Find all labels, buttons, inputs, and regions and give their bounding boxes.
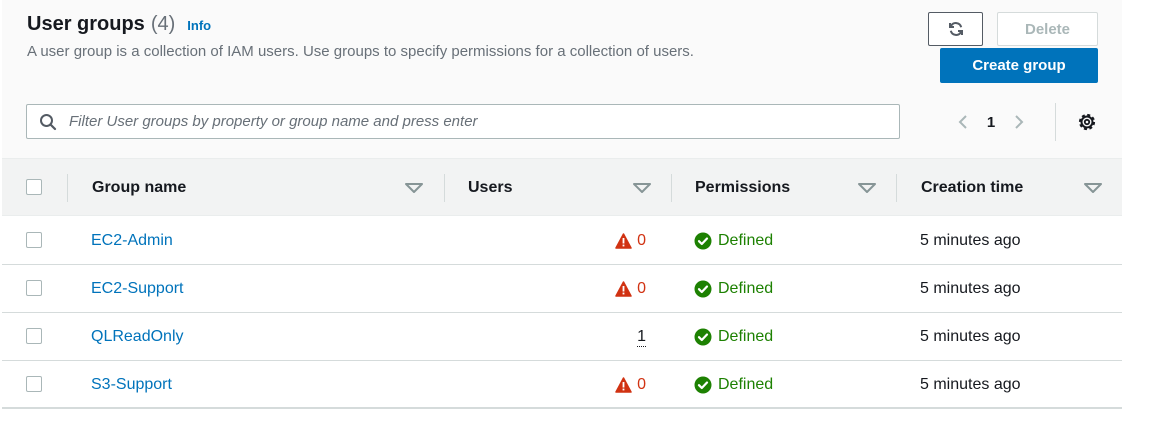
sort-icon[interactable] — [1084, 182, 1102, 194]
user-count: 0 — [637, 232, 646, 249]
user-groups-panel: User groups (4) Info A user group is a c… — [2, 0, 1122, 411]
row-checkbox[interactable] — [26, 280, 42, 296]
permissions-status: Defined — [718, 376, 774, 393]
group-name-link[interactable]: S3-Support — [91, 361, 172, 409]
users-cell: 1 — [606, 313, 646, 361]
info-link[interactable]: Info — [187, 18, 211, 33]
group-name-link[interactable]: EC2-Support — [91, 265, 184, 313]
column-separator — [67, 174, 68, 202]
check-circle-icon — [694, 280, 712, 298]
table-row: QLReadOnly 1 Defined 5 minutes ago — [2, 313, 1122, 361]
column-header-creation-time[interactable]: Creation time — [921, 159, 1023, 217]
creation-time: 5 minutes ago — [920, 376, 1021, 393]
permissions-status: Defined — [718, 232, 774, 249]
permissions-cell: Defined — [694, 313, 773, 361]
warning-icon — [615, 281, 632, 297]
permissions-status: Defined — [718, 280, 774, 297]
group-name-link[interactable]: QLReadOnly — [91, 313, 184, 361]
sort-icon[interactable] — [405, 182, 423, 194]
row-checkbox[interactable] — [26, 328, 42, 344]
permissions-cell: Defined — [694, 361, 773, 409]
group-name-link[interactable]: EC2-Admin — [91, 217, 173, 265]
refresh-button[interactable] — [928, 12, 983, 46]
sort-icon[interactable] — [858, 182, 876, 194]
column-header-users[interactable]: Users — [468, 159, 512, 217]
page-title: User groups — [27, 13, 145, 35]
row-checkbox[interactable] — [26, 232, 42, 248]
group-count: (4) — [150, 13, 176, 35]
previous-page-icon[interactable] — [950, 114, 976, 130]
page-description: A user group is a collection of IAM user… — [27, 43, 694, 60]
select-all-checkbox[interactable] — [26, 179, 42, 195]
warning-icon — [615, 233, 632, 249]
settings-gear-icon[interactable] — [1075, 110, 1099, 134]
table-row: S3-Support 0 Defined 5 minutes ago — [2, 361, 1122, 409]
creation-time: 5 minutes ago — [920, 280, 1021, 297]
table-row: EC2-Admin 0 Defined 5 minutes ago — [2, 217, 1122, 265]
users-cell: 0 — [606, 361, 646, 409]
pagination: 1 — [950, 106, 1032, 138]
users-cell: 0 — [606, 265, 646, 313]
check-circle-icon — [694, 328, 712, 346]
column-separator — [444, 174, 445, 202]
permissions-cell: Defined — [694, 217, 773, 265]
panel-header: User groups (4) Info A user group is a c… — [2, 0, 1122, 158]
column-header-permissions[interactable]: Permissions — [695, 159, 790, 217]
refresh-icon — [948, 22, 963, 36]
title-row: User groups (4) Info — [27, 13, 211, 36]
user-count[interactable]: 1 — [637, 328, 646, 347]
filter-input[interactable] — [69, 113, 889, 130]
column-separator — [671, 174, 672, 202]
filter-search[interactable] — [26, 104, 900, 139]
search-icon — [39, 112, 59, 132]
sort-icon[interactable] — [633, 182, 651, 194]
permissions-cell: Defined — [694, 265, 773, 313]
check-circle-icon — [694, 376, 712, 394]
column-header-group-name[interactable]: Group name — [92, 159, 186, 217]
creation-time: 5 minutes ago — [920, 232, 1021, 249]
table-header: Group name Users Permissions Creation ti… — [2, 158, 1122, 216]
column-separator — [896, 174, 897, 202]
permissions-status: Defined — [718, 328, 774, 345]
pager-divider — [1055, 103, 1056, 141]
user-count: 0 — [637, 280, 646, 297]
row-checkbox[interactable] — [26, 376, 42, 392]
next-page-icon[interactable] — [1006, 114, 1032, 130]
users-cell: 0 — [606, 217, 646, 265]
user-count: 0 — [637, 376, 646, 393]
delete-button[interactable]: Delete — [997, 12, 1098, 46]
create-group-button[interactable]: Create group — [940, 48, 1098, 83]
table-row: EC2-Support 0 Defined 5 minutes ago — [2, 265, 1122, 313]
check-circle-icon — [694, 232, 712, 250]
page-number[interactable]: 1 — [976, 114, 1006, 131]
creation-time: 5 minutes ago — [920, 328, 1021, 345]
warning-icon — [615, 377, 632, 393]
